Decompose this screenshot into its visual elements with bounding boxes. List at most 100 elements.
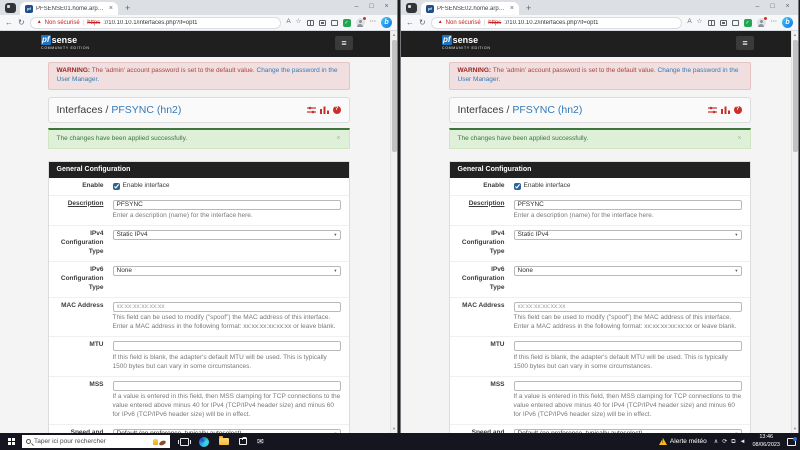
mss-input[interactable] bbox=[514, 381, 742, 391]
related-status-icon[interactable] bbox=[307, 106, 316, 114]
weather-alert[interactable]: Alerte météo bbox=[659, 438, 707, 445]
related-log-icon[interactable] bbox=[320, 106, 329, 114]
close-button[interactable]: × bbox=[780, 0, 795, 12]
scrollbar-up-icon[interactable]: ▲ bbox=[792, 31, 798, 39]
not-secure-label[interactable]: Non sécurisé bbox=[446, 20, 481, 26]
profile-avatar[interactable] bbox=[757, 18, 766, 27]
address-bar[interactable]: ▲ Non sécurisé | https ://10.10.10.2/int… bbox=[431, 17, 683, 29]
bing-discover-icon[interactable]: b bbox=[782, 17, 793, 28]
scrollbar-up-icon[interactable]: ▲ bbox=[391, 31, 397, 39]
taskbar-search[interactable]: Taper ici pour rechercher bbox=[22, 435, 170, 448]
reload-button[interactable]: ↻ bbox=[419, 19, 426, 27]
favorites-star-icon[interactable]: ☆ bbox=[697, 19, 703, 26]
mtu-input[interactable] bbox=[113, 341, 341, 351]
tray-network-icon[interactable]: ⧉ bbox=[731, 439, 735, 445]
minimize-button[interactable]: – bbox=[750, 0, 765, 12]
split-screen-icon[interactable] bbox=[307, 20, 314, 26]
scrollbar-down-icon[interactable]: ▼ bbox=[792, 425, 798, 433]
file-explorer-icon[interactable] bbox=[219, 438, 229, 445]
mss-label: MSS bbox=[89, 381, 103, 388]
system-tray: ∧ ⟳ ⧉ ◄ bbox=[714, 439, 746, 445]
tab-close-icon[interactable]: × bbox=[510, 5, 514, 12]
task-view-icon[interactable] bbox=[180, 438, 189, 446]
description-input[interactable] bbox=[113, 200, 341, 210]
maximize-button[interactable]: □ bbox=[765, 0, 780, 12]
back-button[interactable]: ← bbox=[5, 19, 13, 27]
tab-actions-icon[interactable] bbox=[406, 3, 417, 13]
tray-volume-icon[interactable]: ◄ bbox=[740, 439, 746, 445]
help-icon[interactable]: ? bbox=[734, 106, 742, 114]
ipv6-type-value: None bbox=[117, 267, 133, 276]
more-menu-icon[interactable]: ⋯ bbox=[370, 19, 377, 26]
new-tab-button[interactable]: + bbox=[526, 3, 531, 13]
edge-icon[interactable] bbox=[199, 437, 209, 447]
collections-icon[interactable] bbox=[319, 20, 326, 26]
tab-close-icon[interactable]: × bbox=[109, 5, 113, 12]
related-status-icon[interactable] bbox=[708, 106, 717, 114]
ipv4-type-select[interactable]: Static IPv4▾ bbox=[113, 230, 341, 240]
reload-button[interactable]: ↻ bbox=[18, 19, 25, 27]
bing-discover-icon[interactable]: b bbox=[381, 17, 392, 28]
scrollbar-down-icon[interactable]: ▼ bbox=[391, 425, 397, 433]
search-placeholder: Taper ici pour rechercher bbox=[34, 438, 106, 445]
mail-icon[interactable]: ✉ bbox=[257, 438, 264, 446]
ipv4-type-select[interactable]: Static IPv4▾ bbox=[514, 230, 742, 240]
success-close-icon[interactable]: × bbox=[737, 134, 741, 144]
notification-center-icon[interactable] bbox=[787, 438, 796, 446]
favorites-star-icon[interactable]: ☆ bbox=[296, 19, 302, 26]
description-label: Description bbox=[469, 200, 505, 207]
mtu-input[interactable] bbox=[514, 341, 742, 351]
description-input[interactable] bbox=[514, 200, 742, 210]
profile-avatar[interactable] bbox=[356, 18, 365, 27]
page-title-panel: Interfaces / PFSYNC (hn2) ? bbox=[48, 97, 350, 123]
taskbar-clock[interactable]: 13:46 08/06/2023 bbox=[752, 434, 780, 449]
scrollbar-thumb[interactable] bbox=[392, 40, 397, 152]
related-log-icon[interactable] bbox=[721, 106, 730, 114]
pfsense-logo-sense: sense bbox=[52, 35, 78, 45]
new-tab-button[interactable]: + bbox=[125, 3, 130, 13]
enable-interface-checkbox[interactable] bbox=[113, 183, 120, 190]
split-screen-icon[interactable] bbox=[708, 20, 715, 26]
pfsense-logo[interactable]: pf sense COMMUNITY EDITION bbox=[442, 35, 491, 50]
menu-hamburger-icon[interactable]: ≡ bbox=[736, 36, 754, 50]
extension-badge-icon[interactable]: ✓ bbox=[744, 19, 752, 27]
tray-chevron-icon[interactable]: ∧ bbox=[714, 439, 718, 445]
close-button[interactable]: × bbox=[379, 0, 394, 12]
microsoft-store-icon[interactable] bbox=[239, 438, 247, 445]
tray-sync-icon[interactable]: ⟳ bbox=[722, 439, 727, 445]
mss-input[interactable] bbox=[113, 381, 341, 391]
maximize-button[interactable]: □ bbox=[364, 0, 379, 12]
browser-tab[interactable]: pf PFSENSE02.home.arpa - Interfaces × bbox=[421, 2, 519, 15]
pfsense-logo[interactable]: pf sense COMMUNITY EDITION bbox=[41, 35, 90, 50]
ipv6-type-select[interactable]: None▾ bbox=[113, 266, 341, 276]
scrollbar-thumb[interactable] bbox=[793, 40, 798, 152]
back-button[interactable]: ← bbox=[406, 19, 414, 27]
tab-actions-icon[interactable] bbox=[5, 3, 16, 13]
browser-toolbar: ← ↻ ▲ Non sécurisé | https ://10.10.10.2… bbox=[401, 15, 798, 31]
read-aloud-icon[interactable]: A bbox=[286, 19, 290, 26]
browser-tab[interactable]: pf PFSENSE01.home.arpa - Interfaces × bbox=[20, 2, 118, 15]
ipv6-type-value: None bbox=[518, 267, 534, 276]
more-menu-icon[interactable]: ⋯ bbox=[771, 19, 778, 26]
start-button[interactable] bbox=[0, 433, 22, 450]
menu-hamburger-icon[interactable]: ≡ bbox=[335, 36, 353, 50]
enable-interface-checkbox[interactable] bbox=[514, 183, 521, 190]
desktop: pf PFSENSE01.home.arpa - Interfaces × + … bbox=[0, 0, 800, 450]
general-configuration-panel: General Configuration Enable Enable inte… bbox=[449, 161, 751, 433]
success-close-icon[interactable]: × bbox=[336, 134, 340, 144]
scrollbar[interactable]: ▲ ▼ bbox=[390, 31, 397, 433]
breadcrumb-section: Interfaces / bbox=[458, 104, 513, 116]
mac-address-input[interactable] bbox=[113, 302, 341, 312]
minimize-button[interactable]: – bbox=[349, 0, 364, 12]
read-aloud-icon[interactable]: A bbox=[687, 19, 691, 26]
extensions-icon[interactable] bbox=[732, 20, 739, 26]
address-bar[interactable]: ▲ Non sécurisé | https ://10.10.10.1/int… bbox=[30, 17, 282, 29]
mac-address-input[interactable] bbox=[514, 302, 742, 312]
help-icon[interactable]: ? bbox=[333, 106, 341, 114]
extensions-icon[interactable] bbox=[331, 20, 338, 26]
scrollbar[interactable]: ▲ ▼ bbox=[791, 31, 798, 433]
extension-badge-icon[interactable]: ✓ bbox=[343, 19, 351, 27]
ipv6-type-select[interactable]: None▾ bbox=[514, 266, 742, 276]
not-secure-label[interactable]: Non sécurisé bbox=[45, 20, 80, 26]
collections-icon[interactable] bbox=[720, 20, 727, 26]
